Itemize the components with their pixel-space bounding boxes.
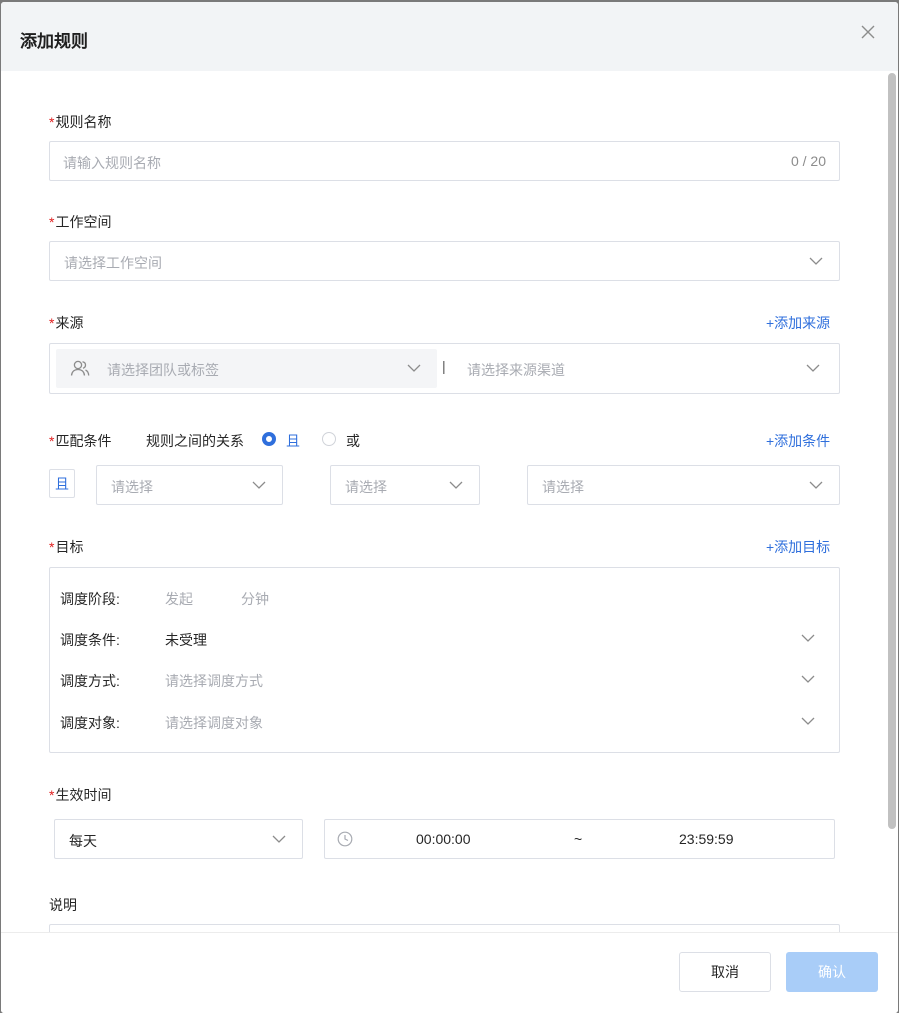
end-time[interactable]: 23:59:59 xyxy=(679,831,734,847)
dispatch-condition-value: 未受理 xyxy=(165,632,207,648)
condition-select-1-placeholder: 请选择 xyxy=(111,479,153,495)
dispatch-method-placeholder: 请选择调度方式 xyxy=(165,673,263,689)
method-label: 调度方式: xyxy=(60,673,120,689)
close-icon[interactable] xyxy=(860,24,876,40)
start-time[interactable]: 00:00:00 xyxy=(416,831,471,847)
dispatch-method-select[interactable]: 请选择调度方式 xyxy=(155,663,825,695)
radio-or-label[interactable]: 或 xyxy=(346,431,360,451)
time-range-picker[interactable]: 00:00:00 ~ 23:59:59 xyxy=(324,819,835,859)
condition-select-2-placeholder: 请选择 xyxy=(345,479,387,495)
chevron-down-icon xyxy=(801,717,815,725)
dialog-title: 添加规则 xyxy=(20,32,88,51)
stage-label: 调度阶段: xyxy=(60,591,120,607)
radio-or[interactable] xyxy=(322,432,336,446)
dialog-footer: 取消 确认 xyxy=(1,932,898,1013)
users-icon xyxy=(70,360,90,376)
description-textarea[interactable] xyxy=(49,924,840,932)
clock-icon xyxy=(337,831,353,847)
chevron-down-icon xyxy=(806,364,820,372)
confirm-button[interactable]: 确认 xyxy=(786,952,878,992)
add-rule-dialog: 添加规则 *规则名称 请输入规则名称 0 / 20 *工作空间 请选择工作空间 … xyxy=(1,2,898,1013)
cancel-button[interactable]: 取消 xyxy=(679,952,771,992)
match-label: *匹配条件 xyxy=(49,433,112,449)
chevron-down-icon xyxy=(809,481,823,489)
radio-and[interactable] xyxy=(262,432,276,446)
condition-logic-tag-label: 且 xyxy=(55,475,69,492)
channel-placeholder: 请选择来源渠道 xyxy=(467,362,565,378)
frequency-value: 每天 xyxy=(69,833,97,849)
chevron-down-icon xyxy=(809,257,823,265)
target-label: *目标 xyxy=(49,539,84,555)
condition-label: 调度条件: xyxy=(60,632,120,648)
chevron-down-icon xyxy=(252,481,266,489)
team-placeholder: 请选择团队或标签 xyxy=(107,362,219,378)
rule-name-counter: 0 / 20 xyxy=(790,153,826,169)
condition-select-2[interactable]: 请选择 xyxy=(330,465,480,505)
description-label: 说明 xyxy=(49,897,77,913)
workspace-label: *工作空间 xyxy=(49,214,112,230)
add-condition-link[interactable]: +添加条件 xyxy=(766,431,830,451)
condition-select-3[interactable]: 请选择 xyxy=(527,465,840,505)
range-separator: ~ xyxy=(574,831,583,847)
dispatch-object-placeholder: 请选择调度对象 xyxy=(165,715,263,731)
condition-select-1[interactable]: 请选择 xyxy=(96,465,283,505)
radio-and-label[interactable]: 且 xyxy=(286,431,300,451)
chevron-down-icon xyxy=(801,675,815,683)
object-label: 调度对象: xyxy=(60,715,120,731)
stage-value-minutes[interactable]: 分钟 xyxy=(241,589,269,609)
stage-value-start[interactable]: 发起 xyxy=(165,589,193,609)
target-panel: 调度阶段: 发起 分钟 调度条件: 未受理 调度方式: 请选择调度方式 调度对象… xyxy=(49,567,840,753)
channel-select[interactable]: 请选择来源渠道 xyxy=(456,349,836,388)
dialog-body: *规则名称 请输入规则名称 0 / 20 *工作空间 请选择工作空间 *来源 +… xyxy=(1,71,898,932)
add-source-link[interactable]: +添加来源 xyxy=(766,313,830,333)
condition-select-3-placeholder: 请选择 xyxy=(542,479,584,495)
rule-name-label: *规则名称 xyxy=(49,114,112,130)
team-select[interactable]: 请选择团队或标签 xyxy=(56,349,437,388)
vertical-scrollbar[interactable] xyxy=(888,73,896,829)
chevron-down-icon xyxy=(407,364,421,372)
add-target-link[interactable]: +添加目标 xyxy=(766,537,830,557)
chevron-down-icon xyxy=(801,634,815,642)
chevron-down-icon xyxy=(449,481,463,489)
source-field: 请选择团队或标签 | 请选择来源渠道 xyxy=(49,343,840,394)
frequency-select[interactable]: 每天 xyxy=(54,819,303,859)
dialog-header: 添加规则 xyxy=(1,2,898,71)
workspace-select[interactable]: 请选择工作空间 xyxy=(49,241,840,281)
rule-name-input[interactable]: 请输入规则名称 0 / 20 xyxy=(49,141,840,181)
dispatch-condition-select[interactable]: 未受理 xyxy=(155,622,825,654)
effective-time-label: *生效时间 xyxy=(49,787,112,803)
rule-name-placeholder: 请输入规则名称 xyxy=(63,155,161,171)
dispatch-object-select[interactable]: 请选择调度对象 xyxy=(155,705,825,737)
relation-label: 规则之间的关系 xyxy=(146,433,244,449)
chevron-down-icon xyxy=(272,835,286,843)
workspace-placeholder: 请选择工作空间 xyxy=(64,255,162,271)
source-label: *来源 xyxy=(49,315,84,331)
source-separator: | xyxy=(442,358,446,374)
condition-logic-tag[interactable]: 且 xyxy=(49,469,75,498)
